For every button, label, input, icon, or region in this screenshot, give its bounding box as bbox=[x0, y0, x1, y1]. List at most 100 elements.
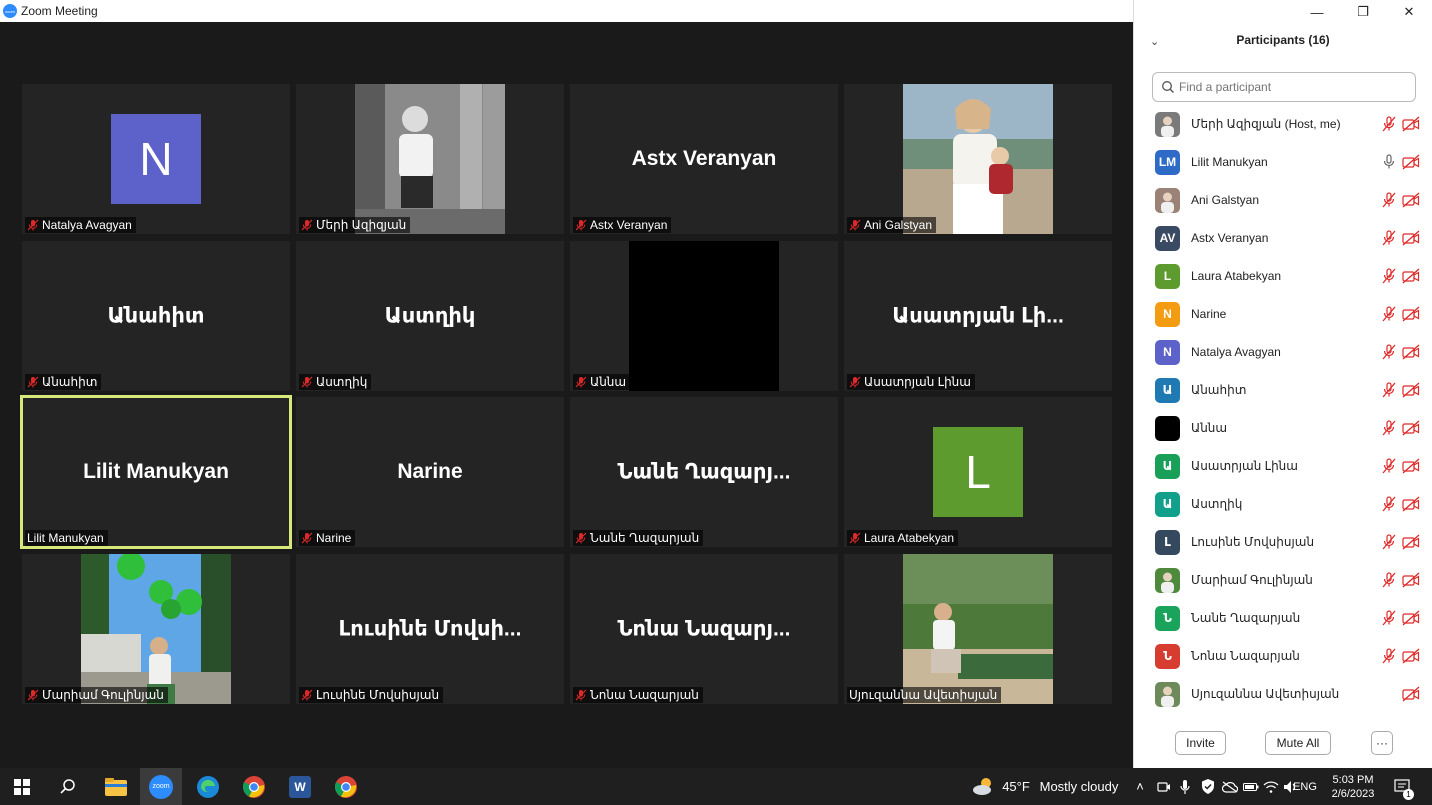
close-button[interactable]: ✕ bbox=[1386, 2, 1432, 22]
mic-muted-icon[interactable] bbox=[1381, 116, 1397, 132]
video-tile[interactable]: Նանե Ղազարյ... Նանե Ղազարյան bbox=[570, 397, 838, 547]
video-off-icon[interactable] bbox=[1402, 154, 1420, 170]
video-off-icon[interactable] bbox=[1402, 116, 1420, 132]
minimize-button[interactable]: — bbox=[1294, 2, 1340, 22]
mic-muted-icon[interactable] bbox=[1381, 648, 1397, 664]
weather-description[interactable]: Mostly cloudy bbox=[1034, 768, 1124, 805]
participant-row[interactable]: L Laura Atabekyan bbox=[1134, 257, 1432, 295]
mic-muted-icon[interactable] bbox=[1381, 534, 1397, 550]
video-off-icon[interactable] bbox=[1402, 496, 1420, 512]
tile-name-label: Նոնա Նազարյան bbox=[573, 687, 703, 703]
participant-row[interactable]: Մերի Ազիզյան (Host, me) bbox=[1134, 105, 1432, 143]
weather-temperature[interactable]: 45°F bbox=[1000, 768, 1032, 805]
cloud-sync-icon[interactable] bbox=[1220, 768, 1240, 805]
video-off-icon[interactable] bbox=[1402, 572, 1420, 588]
meet-now-icon[interactable] bbox=[1154, 768, 1174, 805]
mic-muted-icon[interactable] bbox=[1381, 344, 1397, 360]
video-off-icon[interactable] bbox=[1402, 306, 1420, 322]
video-tile[interactable]: L Laura Atabekyan bbox=[844, 397, 1112, 547]
edge-taskbar-button[interactable] bbox=[190, 768, 226, 805]
mic-muted-icon bbox=[849, 376, 861, 388]
mic-muted-icon[interactable] bbox=[1381, 496, 1397, 512]
participant-row[interactable]: N Narine bbox=[1134, 295, 1432, 333]
chrome-taskbar-button[interactable] bbox=[236, 768, 272, 805]
tray-expand-icon[interactable]: ˄ bbox=[1130, 768, 1150, 805]
maximize-button[interactable]: ❐ bbox=[1340, 2, 1386, 22]
mic-muted-icon[interactable] bbox=[1381, 382, 1397, 398]
video-off-icon[interactable] bbox=[1402, 610, 1420, 626]
battery-icon[interactable] bbox=[1242, 768, 1260, 805]
video-tile[interactable]: Narine Narine bbox=[296, 397, 564, 547]
mic-muted-icon[interactable] bbox=[1381, 458, 1397, 474]
tile-name-label: Astx Veranyan bbox=[573, 217, 672, 233]
video-off-icon[interactable] bbox=[1402, 344, 1420, 360]
mic-muted-icon[interactable] bbox=[1381, 268, 1397, 284]
participant-row[interactable]: Մարիամ Գուլինյան bbox=[1134, 561, 1432, 599]
video-off-icon[interactable] bbox=[1402, 648, 1420, 664]
participant-row[interactable]: Լ Լուսինե Մովսիսյան bbox=[1134, 523, 1432, 561]
video-tile[interactable]: Սյուզաննա Ավետիսյան bbox=[844, 554, 1112, 704]
mic-muted-icon[interactable] bbox=[1381, 572, 1397, 588]
zoom-taskbar-button[interactable]: zoom bbox=[140, 768, 182, 805]
mic-muted-icon[interactable] bbox=[1381, 230, 1397, 246]
invite-button[interactable]: Invite bbox=[1175, 731, 1226, 755]
start-button[interactable] bbox=[6, 768, 38, 805]
video-off-icon[interactable] bbox=[1402, 686, 1420, 702]
notification-center-button[interactable]: 1 bbox=[1390, 768, 1416, 805]
tile-name-text: Սյուզաննա Ավետիսյան bbox=[849, 688, 998, 702]
mic-muted-icon bbox=[301, 219, 313, 231]
video-tile[interactable]: Ասատրյան Լի... Ասատրյան Լինա bbox=[844, 241, 1112, 391]
video-tile[interactable]: Մարիամ Գուլինյան bbox=[22, 554, 290, 704]
video-off-icon[interactable] bbox=[1402, 268, 1420, 284]
clock[interactable]: 5:03 PM 2/6/2023 bbox=[1322, 768, 1384, 805]
search-input[interactable] bbox=[1179, 80, 1399, 94]
participant-avatar: N bbox=[1155, 339, 1180, 365]
video-off-icon[interactable] bbox=[1402, 382, 1420, 398]
video-tile[interactable]: Ani Galstyan bbox=[844, 84, 1112, 234]
wifi-icon[interactable] bbox=[1262, 768, 1280, 805]
participant-row[interactable]: N Natalya Avagyan bbox=[1134, 333, 1432, 371]
video-tile[interactable]: N Natalya Avagyan bbox=[22, 84, 290, 234]
video-off-icon[interactable] bbox=[1402, 458, 1420, 474]
participant-row[interactable]: Սյուզաննա Ավետիսյան bbox=[1134, 675, 1432, 713]
mic-muted-icon[interactable] bbox=[1381, 610, 1397, 626]
tile-name-text: Լուսինե Մովսիսյան bbox=[316, 688, 440, 702]
video-off-icon[interactable] bbox=[1402, 192, 1420, 208]
participant-row[interactable]: LM Lilit Manukyan bbox=[1134, 143, 1432, 181]
video-tile[interactable]: Lilit Manukyan Lilit Manukyan bbox=[20, 395, 292, 549]
taskbar-search-button[interactable] bbox=[52, 768, 84, 805]
video-tile[interactable]: Անահիտ Անահիտ bbox=[22, 241, 290, 391]
mic-muted-icon[interactable] bbox=[1381, 420, 1397, 436]
video-off-icon[interactable] bbox=[1402, 534, 1420, 550]
video-tile[interactable]: Աստղիկ Աստղիկ bbox=[296, 241, 564, 391]
tile-display-name: Narine bbox=[397, 460, 463, 483]
word-taskbar-button[interactable]: W bbox=[282, 768, 318, 805]
video-tile[interactable]: Astx Veranyan Astx Veranyan bbox=[570, 84, 838, 234]
microphone-icon[interactable] bbox=[1176, 768, 1194, 805]
security-shield-icon[interactable] bbox=[1198, 768, 1218, 805]
video-off-icon[interactable] bbox=[1402, 420, 1420, 436]
video-tile[interactable]: Աննա bbox=[570, 241, 838, 391]
mic-icon[interactable] bbox=[1381, 154, 1397, 170]
mic-muted-icon[interactable] bbox=[1381, 306, 1397, 322]
participant-row[interactable]: AV Astx Veranyan bbox=[1134, 219, 1432, 257]
participant-search[interactable] bbox=[1152, 72, 1416, 102]
video-tile[interactable]: Նոնա Նազարյ... Նոնա Նազարյան bbox=[570, 554, 838, 704]
video-tile[interactable]: Մերի Ազիզյան bbox=[296, 84, 564, 234]
participant-row[interactable]: Ա Անահիտ bbox=[1134, 371, 1432, 409]
participant-row[interactable]: Աննա bbox=[1134, 409, 1432, 447]
video-tile[interactable]: Լուսինե Մովսի... Լուսինե Մովսիսյան bbox=[296, 554, 564, 704]
mute-all-button[interactable]: Mute All bbox=[1265, 731, 1331, 755]
participant-row[interactable]: Ա Ասատրյան Լինա bbox=[1134, 447, 1432, 485]
language-indicator[interactable]: ENG bbox=[1290, 768, 1320, 805]
tile-name-text: Lilit Manukyan bbox=[27, 531, 104, 545]
mic-muted-icon[interactable] bbox=[1381, 192, 1397, 208]
video-off-icon[interactable] bbox=[1402, 230, 1420, 246]
participant-row[interactable]: Ani Galstyan bbox=[1134, 181, 1432, 219]
participant-row[interactable]: Ա Աստղիկ bbox=[1134, 485, 1432, 523]
participant-row[interactable]: Ն Նոնա Նազարյան bbox=[1134, 637, 1432, 675]
chrome-profile-taskbar-button[interactable] bbox=[328, 768, 364, 805]
file-explorer-button[interactable] bbox=[98, 768, 134, 805]
more-options-button[interactable]: ··· bbox=[1371, 731, 1393, 755]
participant-row[interactable]: Ն Նանե Ղազարյան bbox=[1134, 599, 1432, 637]
